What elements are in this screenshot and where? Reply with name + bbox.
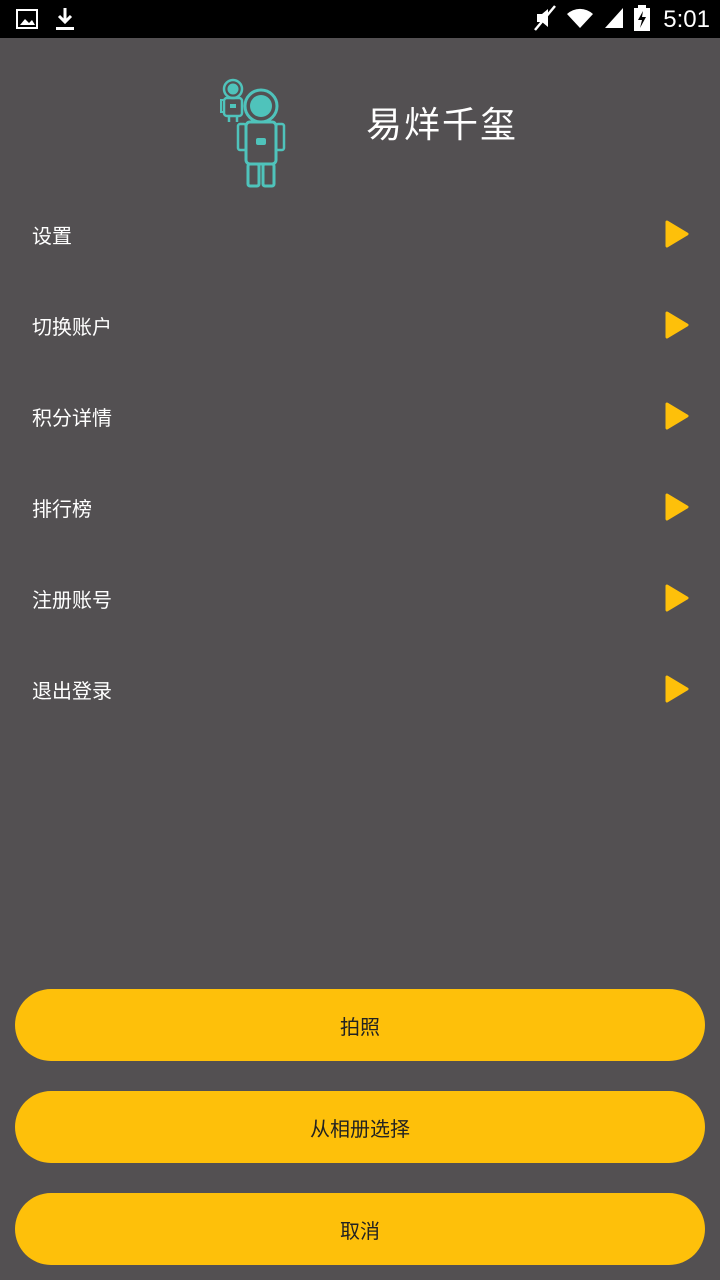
play-arrow-icon — [665, 402, 689, 430]
profile-header: 易烊千玺 — [0, 38, 720, 188]
menu-list: 设置 切换账户 积分详情 排行榜 注册账号 退出登录 — [0, 188, 720, 734]
status-bar: 5:01 — [0, 0, 720, 38]
take-photo-button[interactable]: 拍照 — [15, 989, 705, 1061]
wifi-icon — [565, 6, 595, 34]
image-icon — [16, 8, 38, 34]
battery-icon — [633, 4, 651, 36]
menu-item-label: 注册账号 — [32, 588, 112, 612]
menu-item-switch-account[interactable]: 切换账户 — [0, 279, 720, 370]
profile-name: 易烊千玺 — [366, 105, 519, 146]
menu-item-settings[interactable]: 设置 — [0, 188, 720, 279]
play-arrow-icon — [665, 220, 689, 248]
cancel-button[interactable]: 取消 — [15, 1193, 705, 1265]
play-arrow-icon — [665, 675, 689, 703]
play-arrow-icon — [665, 584, 689, 612]
menu-item-leaderboard[interactable]: 排行榜 — [0, 461, 720, 552]
menu-item-label: 积分详情 — [32, 406, 112, 430]
menu-item-label: 排行榜 — [32, 497, 92, 521]
menu-item-label: 切换账户 — [32, 315, 112, 339]
download-icon — [54, 6, 76, 36]
menu-item-label: 设置 — [32, 224, 72, 248]
choose-from-album-button[interactable]: 从相册选择 — [15, 1091, 705, 1163]
play-arrow-icon — [665, 493, 689, 521]
menu-item-label: 退出登录 — [32, 679, 112, 703]
menu-item-logout[interactable]: 退出登录 — [0, 643, 720, 734]
menu-item-points-detail[interactable]: 积分详情 — [0, 370, 720, 461]
signal-icon — [603, 6, 625, 34]
status-time: 5:01 — [663, 6, 710, 33]
mute-icon — [533, 4, 557, 36]
play-arrow-icon — [665, 311, 689, 339]
menu-item-register[interactable]: 注册账号 — [0, 552, 720, 643]
